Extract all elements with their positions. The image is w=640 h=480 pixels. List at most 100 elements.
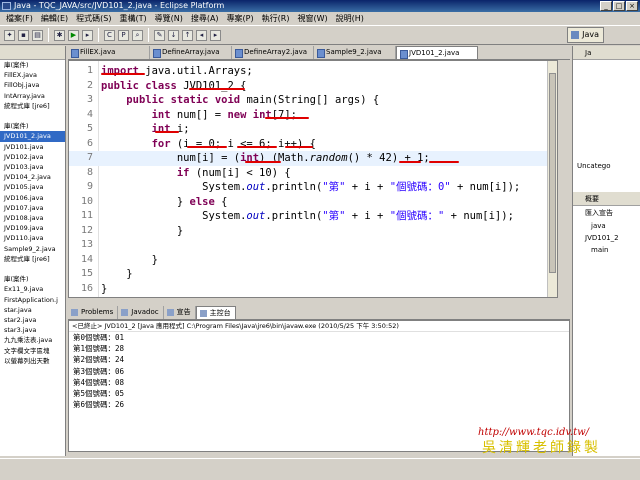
- package-explorer-item[interactable]: 庫(案件): [0, 121, 65, 131]
- code-editor[interactable]: 1 import java.util.Arrays; 2 public class J…: [68, 60, 558, 298]
- package-explorer-item[interactable]: 九九乘法表.java: [0, 335, 65, 345]
- package-explorer-item[interactable]: star2.java: [0, 315, 65, 325]
- external-tools-icon[interactable]: ▸: [82, 29, 93, 41]
- tab-problems[interactable]: Problems: [68, 306, 119, 319]
- code-line[interactable]: 4 int num[] = new int[7];: [69, 108, 557, 123]
- package-explorer-item[interactable]: IntArray.java: [0, 91, 65, 101]
- tab-declaration[interactable]: 宣告: [164, 306, 196, 319]
- package-explorer-item[interactable]: 文字欄文字區塊: [0, 346, 65, 356]
- package-explorer-item[interactable]: Sample9_2.java: [0, 244, 65, 254]
- menu-file[interactable]: 檔案(F): [2, 12, 37, 25]
- menu-navigate[interactable]: 導覽(N): [151, 12, 187, 25]
- next-annotation-icon[interactable]: ↓: [168, 29, 179, 41]
- package-explorer-item[interactable]: JVD105.java: [0, 182, 65, 192]
- package-explorer-item[interactable]: [0, 264, 65, 274]
- menu-search[interactable]: 搜尋(A): [187, 12, 223, 25]
- package-explorer-item[interactable]: JVD101.java: [0, 142, 65, 152]
- package-explorer-item[interactable]: JVD102.java: [0, 152, 65, 162]
- outline-imports[interactable]: 匯入宣告: [573, 206, 640, 220]
- minimize-button[interactable]: _: [600, 1, 612, 11]
- package-explorer-item[interactable]: JVD109.java: [0, 223, 65, 233]
- debug-icon[interactable]: ✱: [54, 29, 65, 41]
- code-text[interactable]: }: [101, 282, 107, 297]
- code-text[interactable]: System.out.println("第" + i + "個號碼：0" + n…: [101, 180, 520, 195]
- package-explorer-item[interactable]: JVD108.java: [0, 213, 65, 223]
- code-line[interactable]: 1 import java.util.Arrays;: [69, 64, 557, 79]
- tab-sample9-2[interactable]: Sample9_2.java: [314, 46, 396, 59]
- tab-javadoc[interactable]: Javadoc: [118, 306, 164, 319]
- package-explorer-item[interactable]: Ex11_9.java: [0, 284, 65, 294]
- code-line[interactable]: 9 System.out.println("第" + i + "個號碼：0" +…: [69, 180, 557, 195]
- tab-jvd101-2[interactable]: JVD101_2.java: [396, 46, 478, 59]
- package-explorer-item[interactable]: JVD106.java: [0, 193, 65, 203]
- code-line[interactable]: 8 if (num[i] < 10) {: [69, 166, 557, 181]
- code-line[interactable]: 12 }: [69, 224, 557, 239]
- editor-scroll-thumb[interactable]: [549, 73, 556, 273]
- forward-icon[interactable]: ▸: [210, 29, 221, 41]
- menu-project[interactable]: 專案(P): [223, 12, 258, 25]
- package-explorer-item[interactable]: JVD101_2.java: [0, 131, 65, 142]
- back-icon[interactable]: ◂: [196, 29, 207, 41]
- search-icon[interactable]: ⌕: [132, 29, 143, 41]
- print-icon[interactable]: ▤: [32, 29, 43, 41]
- menu-edit[interactable]: 編輯(E): [37, 12, 72, 25]
- tab-definearray2[interactable]: DefineArray2.java: [232, 46, 314, 59]
- prev-annotation-icon[interactable]: ↑: [182, 29, 193, 41]
- package-explorer-item[interactable]: 統程式庫 [jre6]: [0, 254, 65, 264]
- package-explorer-item[interactable]: [0, 111, 65, 121]
- code-text[interactable]: public class JVD101_2 {: [101, 79, 246, 94]
- package-explorer-item[interactable]: JVD104_2.java: [0, 172, 65, 182]
- close-button[interactable]: ×: [626, 1, 638, 11]
- menu-run[interactable]: 執行(R): [258, 12, 294, 25]
- code-line[interactable]: 16}: [69, 282, 557, 297]
- menu-help[interactable]: 說明(H): [332, 12, 368, 25]
- package-explorer-item[interactable]: 庫(案件): [0, 274, 65, 284]
- package-explorer-item[interactable]: FirstApplication.j: [0, 295, 65, 305]
- code-text[interactable]: public static void main(String[] args) {: [101, 93, 379, 108]
- code-line[interactable]: 10 } else {: [69, 195, 557, 210]
- code-line[interactable]: 3 public static void main(String[] args)…: [69, 93, 557, 108]
- code-text[interactable]: import java.util.Arrays;: [101, 64, 253, 79]
- tab-definearray[interactable]: DefineArray.java: [150, 46, 232, 59]
- new-package-icon[interactable]: P: [118, 29, 129, 41]
- perspective-java-button[interactable]: Java: [567, 27, 604, 43]
- tab-console[interactable]: 主控台: [195, 306, 236, 319]
- package-explorer-item[interactable]: star.java: [0, 305, 65, 315]
- code-text[interactable]: }: [101, 267, 132, 282]
- code-line[interactable]: 2 public class JVD101_2 {: [69, 79, 557, 94]
- code-line[interactable]: 11 System.out.println("第" + i + "個號碼：" +…: [69, 209, 557, 224]
- package-explorer-item[interactable]: JVD103.java: [0, 162, 65, 172]
- code-text[interactable]: int num[] = new int[7];: [101, 108, 297, 123]
- code-text[interactable]: }: [101, 253, 158, 268]
- package-explorer-item[interactable]: 庫(案件): [0, 60, 65, 70]
- package-explorer-item[interactable]: FillObj.java: [0, 80, 65, 90]
- code-line[interactable]: 13: [69, 238, 557, 253]
- code-text[interactable]: int i;: [101, 122, 190, 137]
- editor-scrollbar[interactable]: [547, 61, 557, 297]
- code-line[interactable]: 15 }: [69, 267, 557, 282]
- code-text[interactable]: if (num[i] < 10) {: [101, 166, 291, 181]
- menu-source[interactable]: 程式碼(S): [72, 12, 115, 25]
- outline-java[interactable]: java: [573, 220, 640, 232]
- package-explorer-item[interactable]: 統程式庫 [jre6]: [0, 101, 65, 111]
- code-text[interactable]: }: [101, 224, 183, 239]
- menu-window[interactable]: 視窗(W): [293, 12, 331, 25]
- run-icon[interactable]: ▶: [68, 29, 79, 41]
- new-icon[interactable]: ✦: [4, 29, 15, 41]
- package-explorer-item[interactable]: JVD110.java: [0, 233, 65, 243]
- code-line[interactable]: 6 for (i = 0; i <= 6; i++) {: [69, 137, 557, 152]
- package-explorer-item[interactable]: JVD107.java: [0, 203, 65, 213]
- package-explorer-item[interactable]: FillEX.java: [0, 70, 65, 80]
- maximize-button[interactable]: □: [613, 1, 625, 11]
- outline-class[interactable]: JVD101_2: [573, 232, 640, 244]
- code-line[interactable]: 14 }: [69, 253, 557, 268]
- toggle-mark-icon[interactable]: ✎: [154, 29, 165, 41]
- code-text[interactable]: for (i = 0; i <= 6; i++) {: [101, 137, 316, 152]
- package-explorer-item[interactable]: 以螢幕列出天數: [0, 356, 65, 366]
- save-icon[interactable]: ▪: [18, 29, 29, 41]
- new-class-icon[interactable]: C: [104, 29, 115, 41]
- tab-fillex[interactable]: FillEX.java: [68, 46, 150, 59]
- code-text[interactable]: num[i] = (int) (Math.random() * 42) + 1;: [101, 151, 430, 166]
- outline-main[interactable]: main: [573, 244, 640, 256]
- code-text[interactable]: } else {: [101, 195, 228, 210]
